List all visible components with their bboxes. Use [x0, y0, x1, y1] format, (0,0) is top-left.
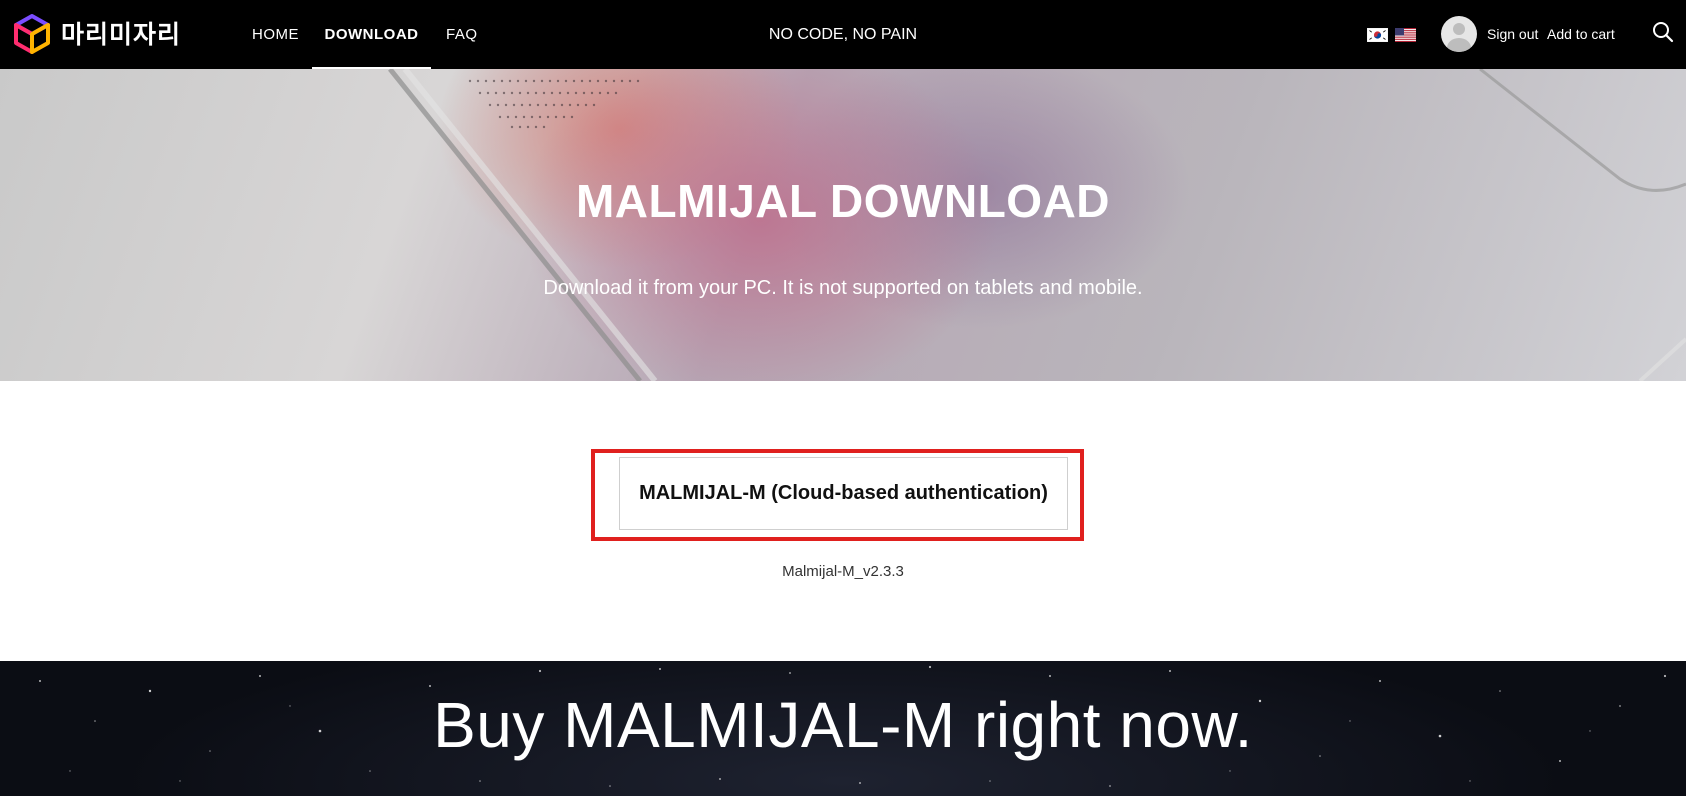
- top-nav: 마리미자리 HOME DOWNLOAD FAQ NO CODE, NO PAIN…: [0, 0, 1686, 69]
- sign-out-link[interactable]: Sign out: [1487, 0, 1538, 69]
- page-title: MALMIJAL DOWNLOAD: [575, 175, 1111, 227]
- tagline: NO CODE, NO PAIN: [768, 26, 918, 43]
- us-flag-icon[interactable]: [1395, 28, 1416, 42]
- korean-flag-icon[interactable]: [1367, 28, 1388, 42]
- user-avatar[interactable]: [1441, 16, 1477, 52]
- hero-banner: MALMIJAL DOWNLOAD Download it from your …: [0, 69, 1686, 381]
- add-to-cart-link[interactable]: Add to cart: [1547, 0, 1615, 69]
- purchase-banner: Buy MALMIJAL-M right now.: [0, 661, 1686, 796]
- search-icon[interactable]: [1652, 21, 1674, 43]
- download-malmijal-m-button[interactable]: MALMIJAL-M (Cloud-based authentication): [619, 457, 1068, 530]
- purchase-banner-title: Buy MALMIJAL-M right now.: [433, 689, 1253, 761]
- version-label: Malmijal-M_v2.3.3: [782, 563, 904, 580]
- page-subtitle: Download it from your PC. It is not supp…: [543, 277, 1143, 299]
